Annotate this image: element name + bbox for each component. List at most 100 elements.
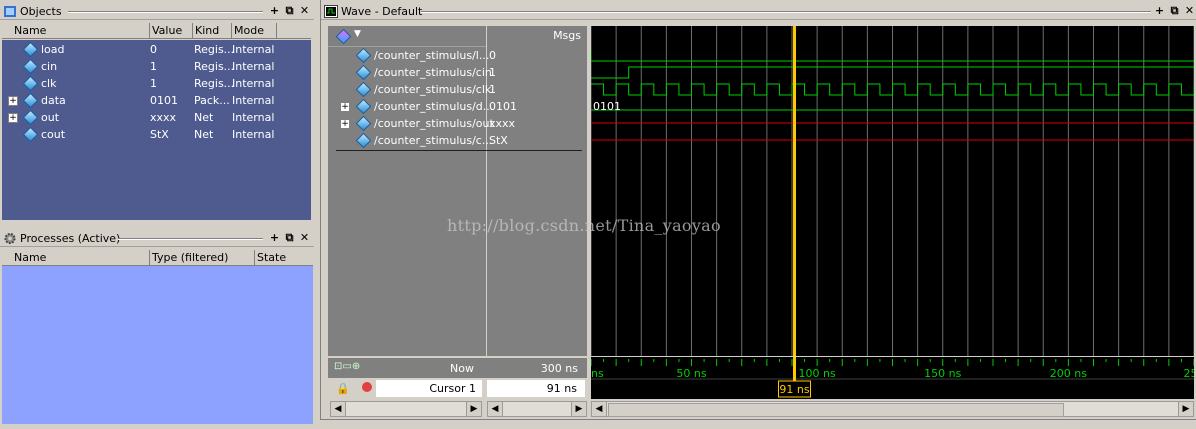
signal-icon bbox=[355, 47, 372, 64]
value-scrollbar[interactable]: ◀ ▶ bbox=[487, 401, 587, 417]
wave-icon bbox=[324, 5, 338, 18]
processes-list[interactable] bbox=[2, 266, 313, 424]
signal-icon bbox=[22, 92, 39, 109]
undock-icon[interactable]: ⧉ bbox=[283, 231, 296, 244]
wave-grip[interactable] bbox=[421, 11, 1151, 13]
signal-path: /counter_stimulus/cin bbox=[374, 66, 492, 79]
col-name-header[interactable]: Name bbox=[14, 251, 46, 264]
col-state-header[interactable]: State bbox=[257, 251, 286, 264]
close-icon[interactable]: ✕ bbox=[298, 4, 311, 17]
signal-row[interactable]: + /counter_stimulus/d... 0101 bbox=[328, 98, 587, 115]
object-mode: Internal bbox=[232, 77, 275, 90]
processes-grip[interactable] bbox=[118, 238, 263, 240]
scroll-left-icon[interactable]: ◀ bbox=[331, 402, 346, 416]
col-type-header[interactable]: Type (filtered) bbox=[152, 251, 228, 264]
list-item[interactable]: cin 1 Regis... Internal bbox=[2, 58, 311, 75]
list-item[interactable]: load 0 Regis... Internal bbox=[2, 41, 311, 58]
close-icon[interactable]: ✕ bbox=[1183, 4, 1196, 17]
wave-clk bbox=[591, 83, 1194, 96]
processes-titlebar[interactable]: Processes (Active) + ⧉ ✕ bbox=[0, 230, 314, 247]
list-item[interactable]: cout StX Net Internal bbox=[2, 126, 311, 143]
col-name-header[interactable]: Name bbox=[14, 24, 46, 37]
cursor-row: 🔒 Cursor 1 91 ns bbox=[328, 379, 587, 399]
wave-titlebar[interactable]: Wave - Default + ⧉ ✕ bbox=[321, 3, 1196, 20]
signal-path: /counter_stimulus/l... bbox=[374, 49, 490, 62]
signal-icon bbox=[355, 81, 372, 98]
signal-row[interactable]: /counter_stimulus/cin 1 bbox=[328, 64, 587, 81]
scroll-right-icon[interactable]: ▶ bbox=[1178, 402, 1193, 416]
axis-tick-label: ns bbox=[591, 367, 604, 380]
object-mode: Internal bbox=[232, 60, 275, 73]
cursor-marker-label: 91 ns bbox=[779, 383, 809, 396]
time-axis: ns 50 ns 100 ns 150 ns 200 ns 250 91 ns bbox=[591, 357, 1194, 399]
wave-scrollbar[interactable]: ◀ ▶ bbox=[591, 401, 1194, 417]
object-kind: Regis... bbox=[194, 60, 235, 73]
signal-icon bbox=[22, 126, 39, 143]
list-item[interactable]: clk 1 Regis... Internal bbox=[2, 75, 311, 92]
chevron-down-icon[interactable]: ▼ bbox=[354, 29, 361, 39]
signal-value: 0101 bbox=[489, 100, 517, 113]
gear-icon bbox=[4, 232, 16, 245]
close-icon[interactable]: ✕ bbox=[298, 231, 311, 244]
signal-value: 1 bbox=[489, 83, 496, 96]
signal-row[interactable]: /counter_stimulus/c... StX bbox=[328, 132, 587, 149]
col-mode-header[interactable]: Mode bbox=[234, 24, 264, 37]
time-axis-svg: ns 50 ns 100 ns 150 ns 200 ns 250 91 ns bbox=[591, 357, 1194, 398]
signal-value: xxxx bbox=[489, 117, 516, 130]
list-item[interactable]: + data 0101 Pack... Internal bbox=[2, 92, 311, 109]
signal-value: StX bbox=[489, 134, 508, 147]
objects-pane: Objects + ⧉ ✕ Name Value Kind Mode load … bbox=[0, 0, 314, 222]
signal-filter-icon[interactable] bbox=[335, 28, 352, 45]
signal-icon bbox=[22, 58, 39, 75]
signal-icon bbox=[355, 64, 372, 81]
lock-icon[interactable]: 🔒 bbox=[336, 382, 350, 395]
waveform-canvas[interactable]: 0101 bbox=[591, 26, 1194, 356]
scroll-left-icon[interactable]: ◀ bbox=[592, 402, 607, 416]
signal-value: 0 bbox=[489, 49, 496, 62]
now-icons: ⊡▭⊕ bbox=[334, 361, 361, 372]
signal-value: 1 bbox=[489, 66, 496, 79]
object-name: cout bbox=[41, 128, 66, 141]
scroll-right-icon[interactable]: ▶ bbox=[571, 402, 586, 416]
dock-icon[interactable]: + bbox=[268, 4, 281, 17]
col-value-header[interactable]: Value bbox=[152, 24, 182, 37]
signal-row[interactable]: + /counter_stimulus/out xxxx bbox=[328, 115, 587, 132]
undock-icon[interactable]: ⧉ bbox=[283, 4, 296, 17]
objects-grip[interactable] bbox=[68, 11, 263, 13]
cursor-label-box: Cursor 1 bbox=[376, 380, 482, 397]
dock-icon[interactable]: + bbox=[1153, 4, 1166, 17]
cursor-value-box: 91 ns bbox=[487, 380, 585, 397]
cursor-label[interactable]: Cursor 1 bbox=[429, 382, 476, 395]
object-kind: Net bbox=[194, 128, 214, 141]
scroll-right-icon[interactable]: ▶ bbox=[466, 402, 481, 416]
objects-icon bbox=[4, 6, 16, 17]
expand-icon[interactable]: + bbox=[8, 113, 18, 123]
name-scrollbar[interactable]: ◀ ▶ bbox=[330, 401, 482, 417]
object-value: 1 bbox=[150, 60, 157, 73]
scroll-left-icon[interactable]: ◀ bbox=[488, 402, 503, 416]
signal-row[interactable]: /counter_stimulus/clk 1 bbox=[328, 81, 587, 98]
object-name: cin bbox=[41, 60, 58, 73]
list-item[interactable]: + out xxxx Net Internal bbox=[2, 109, 311, 126]
axis-tick-label: 150 ns bbox=[924, 367, 961, 380]
object-name: out bbox=[41, 111, 60, 124]
cursor-value: 91 ns bbox=[546, 382, 577, 395]
object-mode: Internal bbox=[232, 111, 275, 124]
expand-icon[interactable]: + bbox=[340, 119, 350, 129]
signal-row[interactable]: /counter_stimulus/l... 0 bbox=[328, 47, 587, 64]
expand-icon[interactable]: + bbox=[340, 102, 350, 112]
bus-value-label: 0101 bbox=[593, 100, 621, 113]
col-kind-header[interactable]: Kind bbox=[195, 24, 219, 37]
scroll-thumb[interactable] bbox=[608, 403, 1064, 417]
undock-icon[interactable]: ⧉ bbox=[1168, 4, 1181, 17]
signal-icon bbox=[22, 109, 39, 126]
waveform-svg: 0101 bbox=[591, 26, 1194, 356]
object-mode: Internal bbox=[232, 128, 275, 141]
objects-titlebar[interactable]: Objects + ⧉ ✕ bbox=[0, 3, 314, 20]
signal-icon bbox=[355, 115, 372, 132]
dock-icon[interactable]: + bbox=[268, 231, 281, 244]
object-name: load bbox=[41, 43, 65, 56]
now-row: ⊡▭⊕ Now 300 ns bbox=[328, 358, 587, 378]
expand-icon[interactable]: + bbox=[8, 96, 18, 106]
remove-cursor-icon[interactable] bbox=[362, 382, 372, 392]
